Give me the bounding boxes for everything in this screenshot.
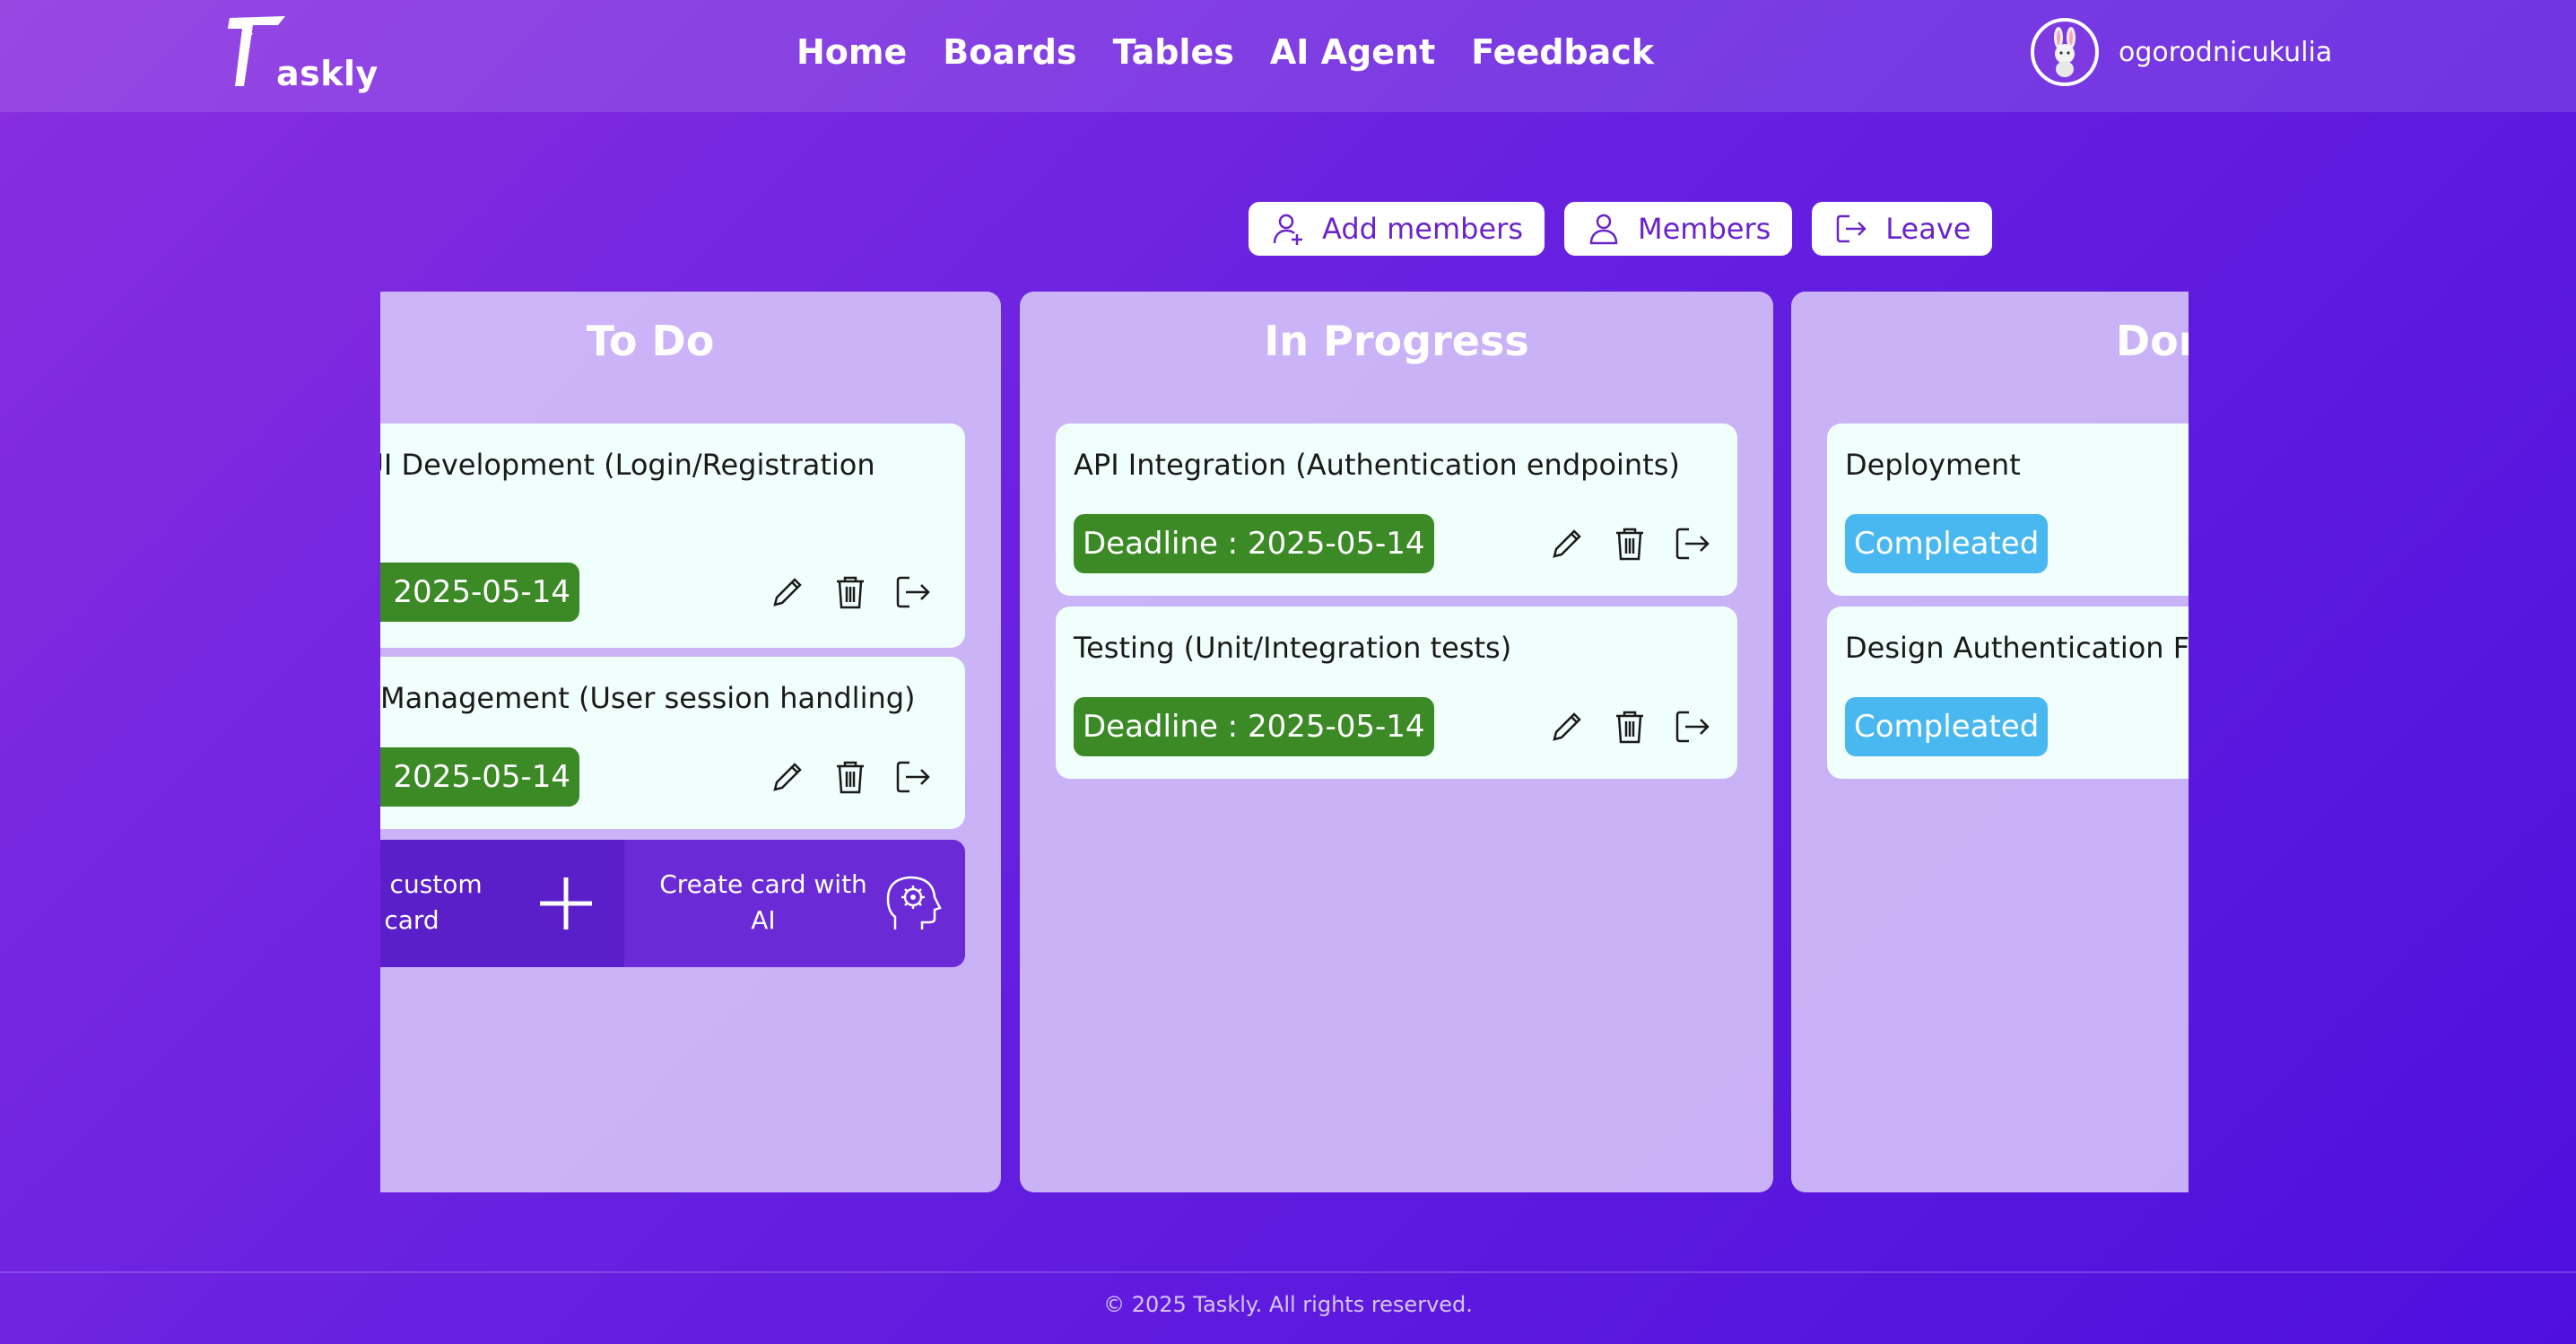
move-card-icon[interactable] <box>893 572 933 612</box>
logo-text: askly <box>276 54 379 93</box>
trash-icon[interactable] <box>1610 707 1649 746</box>
column-done: Dor Deployment Compleated Design Authent… <box>1791 292 2189 1192</box>
create-custom-line1: ate custom <box>380 869 483 899</box>
move-card-icon[interactable] <box>893 757 933 797</box>
edit-icon[interactable] <box>768 757 807 797</box>
edit-icon[interactable] <box>1547 707 1587 746</box>
logout-icon <box>1837 214 1867 243</box>
footer-copyright: © 2025 Taskly. All rights reserved. <box>1103 1292 1473 1317</box>
avatar[interactable] <box>2031 18 2099 86</box>
create-custom-line2: card <box>384 905 439 935</box>
top-navbar: askly Home Boards Tables AI Agent Feedba… <box>0 0 2576 112</box>
nav-feedback[interactable]: Feedback <box>1471 32 1654 72</box>
column-to-do: To Do end UI Development (Login/Registra… <box>380 292 1001 1192</box>
card-title-line1: Management (User session handling) <box>380 681 916 715</box>
task-card[interactable]: Testing (Unit/Integration tests) Deadlin… <box>1056 607 1737 779</box>
main-nav: Home Boards Tables AI Agent Feedback <box>796 27 1654 77</box>
card-title-line1: API Integration (Authentication endpoint… <box>1074 448 1680 482</box>
plus-icon <box>540 877 592 929</box>
column-in-progress: In Progress API Integration (Authenticat… <box>1020 292 1773 1192</box>
deadline-badge: line : 2025-05-14 <box>380 747 580 807</box>
members-label: Members <box>1637 212 1771 246</box>
task-card[interactable]: Design Authentication Flo Compleated <box>1827 607 2189 779</box>
create-custom-card-button[interactable]: ate custom card <box>380 840 624 967</box>
taskly-logo[interactable]: askly <box>226 13 378 93</box>
bunny-avatar-icon <box>2054 27 2076 77</box>
add-members-label: Add members <box>1322 212 1523 246</box>
deadline-badge: Deadline : 2025-05-14 <box>1074 697 1434 756</box>
move-card-icon[interactable] <box>1673 707 1712 746</box>
column-title: In Progress <box>1264 317 1529 365</box>
trash-icon[interactable] <box>831 572 870 612</box>
ai-brain-head-icon <box>886 876 942 929</box>
kanban-board: To Do end UI Development (Login/Registra… <box>380 292 2189 1193</box>
nav-home[interactable]: Home <box>796 32 907 72</box>
members-button[interactable]: Members <box>1563 202 1793 256</box>
nav-ai-agent[interactable]: AI Agent <box>1270 32 1435 72</box>
trash-icon[interactable] <box>831 757 870 797</box>
leave-button[interactable]: Leave <box>1812 202 1993 256</box>
username: ogorodnicukulia <box>2119 36 2333 68</box>
deadline-badge: Deadline : 2025-05-14 <box>1074 514 1434 573</box>
create-card-with-ai-button[interactable]: Create card with AI <box>624 840 965 967</box>
deadline-badge: line : 2025-05-14 <box>380 563 580 622</box>
nav-tables[interactable]: Tables <box>1113 32 1234 72</box>
status-badge: Compleated <box>1845 697 2049 756</box>
card-title-line1: Deployment <box>1845 448 2021 482</box>
status-badge: Compleated <box>1845 514 2049 573</box>
board-actions: Add members Members Leave <box>1249 202 1993 256</box>
column-title: Dor <box>2116 317 2189 365</box>
add-members-button[interactable]: Add members <box>1249 202 1545 256</box>
nav-boards[interactable]: Boards <box>943 32 1076 72</box>
card-title-line1: Design Authentication Flo <box>1845 631 2189 665</box>
edit-icon[interactable] <box>1547 524 1587 563</box>
user-icon <box>1589 214 1618 245</box>
task-card[interactable]: Deployment Compleated <box>1827 423 2189 596</box>
trash-icon[interactable] <box>1610 524 1649 563</box>
create-ai-line1: Create card with <box>659 869 867 899</box>
task-card[interactable]: API Integration (Authentication endpoint… <box>1056 423 1737 596</box>
card-title-line1: Testing (Unit/Integration tests) <box>1074 631 1512 665</box>
create-card-bar: ate custom card Create card with AI <box>380 840 965 967</box>
column-title: To Do <box>586 317 715 365</box>
card-title-line1: end UI Development (Login/Registration <box>380 448 875 482</box>
move-card-icon[interactable] <box>1673 524 1712 563</box>
edit-icon[interactable] <box>768 572 807 612</box>
leave-label: Leave <box>1885 212 1971 246</box>
task-card[interactable]: Management (User session handling) line … <box>380 657 965 829</box>
task-card[interactable]: end UI Development (Login/Registration )… <box>380 423 965 648</box>
add-user-icon <box>1273 214 1302 245</box>
create-ai-line2: AI <box>751 905 776 935</box>
user-menu[interactable]: ogorodnicukulia <box>2031 18 2332 86</box>
footer-divider <box>0 1271 2576 1273</box>
